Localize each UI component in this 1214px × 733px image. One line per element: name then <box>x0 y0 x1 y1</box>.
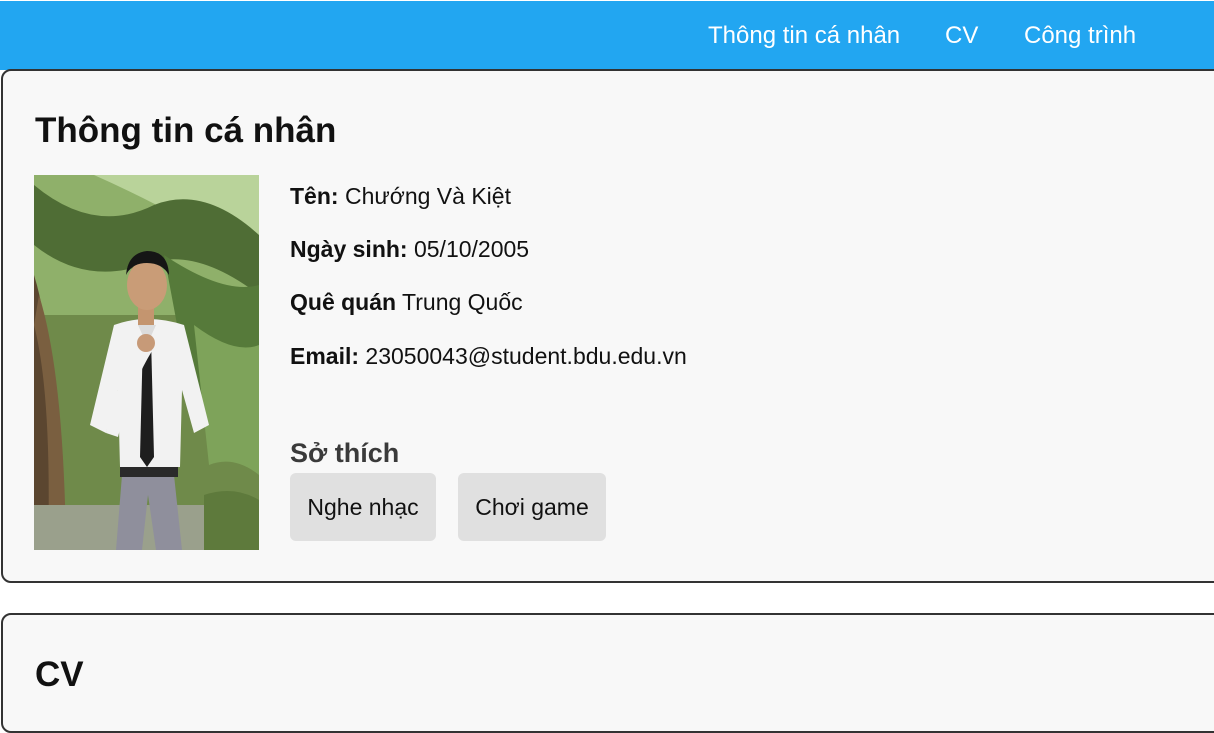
field-email: Email: 23050043@student.bdu.edu.vn <box>290 341 687 371</box>
nav-link-personal-info[interactable]: Thông tin cá nhân <box>708 21 900 51</box>
field-name-label: Tên: <box>290 183 339 209</box>
field-hometown: Quê quán Trung Quốc <box>290 287 523 317</box>
hobby-tag-gaming[interactable]: Chơi game <box>458 473 606 541</box>
field-birthdate-label: Ngày sinh: <box>290 236 408 262</box>
field-hometown-label: Quê quán <box>290 289 397 315</box>
field-email-value: 23050043@student.bdu.edu.vn <box>365 343 687 369</box>
field-name: Tên: Chướng Và Kiệt <box>290 181 511 211</box>
personal-info-section: Thông tin cá nhân Tên: Chướng Và Kiệt Ng… <box>1 69 1214 583</box>
cv-section: CV <box>1 613 1214 733</box>
hobbies-heading: Sở thích <box>290 438 400 468</box>
field-birthdate: Ngày sinh: 05/10/2005 <box>290 234 529 264</box>
field-birthdate-value: 05/10/2005 <box>413 236 530 262</box>
section-title-personal-info: Thông tin cá nhân <box>35 111 337 150</box>
nav-link-cv[interactable]: CV <box>945 21 978 51</box>
field-name-value: Chướng Và Kiệt <box>344 183 511 209</box>
profile-photo <box>34 175 259 550</box>
nav-link-projects[interactable]: Công trình <box>1024 21 1136 51</box>
hobby-tag-music[interactable]: Nghe nhạc <box>290 473 436 541</box>
section-title-cv: CV <box>35 655 84 694</box>
field-email-label: Email: <box>290 343 360 369</box>
top-navbar: Thông tin cá nhân CV Công trình <box>0 0 1214 70</box>
field-hometown-value: Trung Quốc <box>402 289 523 315</box>
